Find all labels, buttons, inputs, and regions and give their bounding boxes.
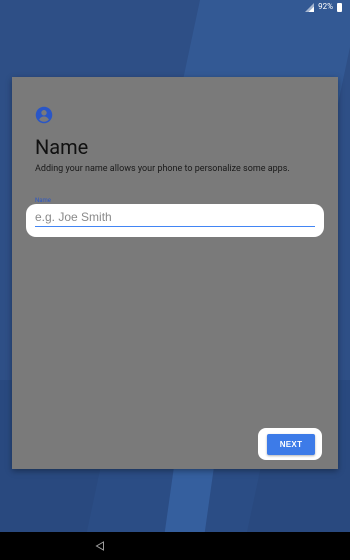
name-field-label: Name [35, 197, 51, 204]
setup-card: Name Adding your name allows your phone … [12, 77, 338, 469]
signal-icon [305, 2, 315, 12]
page-title: Name [35, 135, 89, 159]
status-indicators: 92% [305, 2, 342, 12]
account-circle-icon [35, 106, 53, 124]
battery-icon [337, 2, 342, 12]
navigation-bar [0, 532, 350, 560]
name-input[interactable] [35, 208, 315, 227]
back-icon[interactable] [95, 541, 105, 551]
screen: 92% Name Adding your name allows your ph… [0, 0, 350, 560]
next-button[interactable]: NEXT [267, 434, 315, 455]
page-description: Adding your name allows your phone to pe… [35, 164, 290, 174]
battery-percentage: 92% [318, 2, 333, 11]
status-bar: 92% [0, 0, 350, 14]
